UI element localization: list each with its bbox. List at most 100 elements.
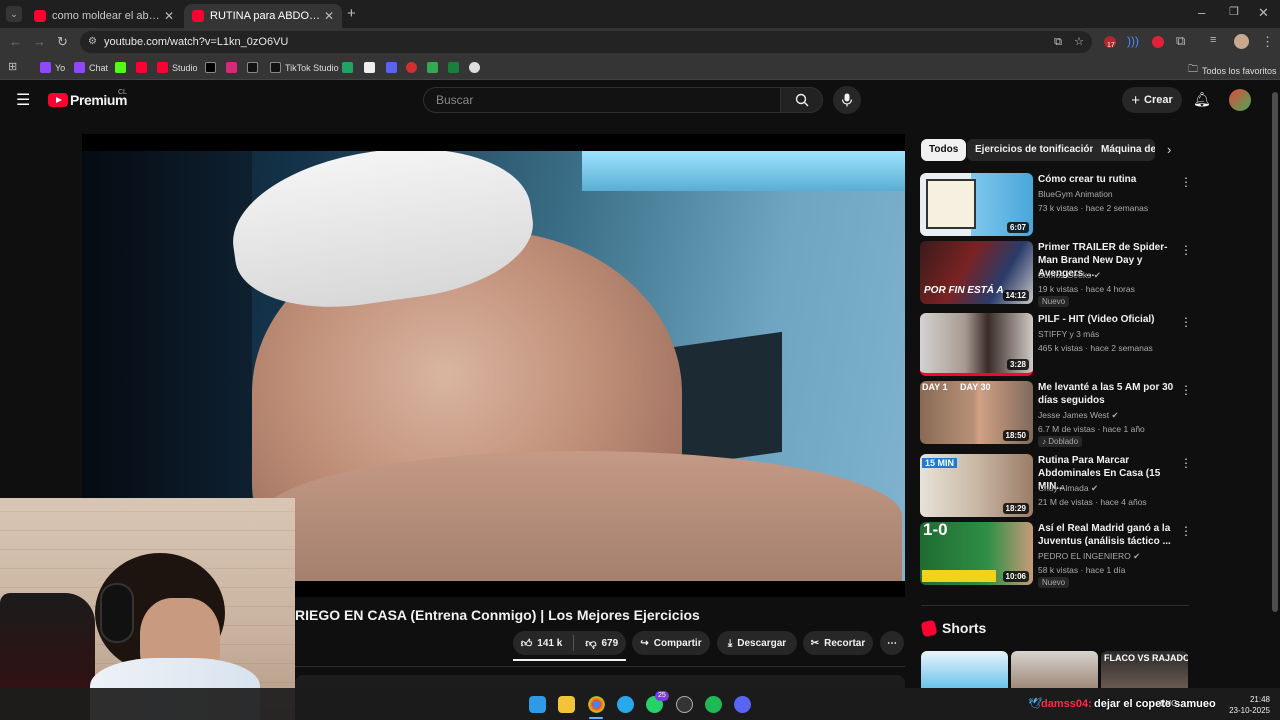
record-extension-icon[interactable] [1152,36,1164,48]
recommendation-title[interactable]: PILF - HIT (Video Oficial) [1038,313,1178,326]
close-tab-icon[interactable]: ✕ [164,9,174,23]
browser-menu-icon[interactable]: ⋮ [1261,34,1274,50]
profile-avatar[interactable] [1234,34,1249,49]
recommendation-title[interactable]: Así el Real Madrid ganó a la Juventus (a… [1038,522,1178,548]
site-info-icon[interactable]: ⚙ [88,31,97,53]
voice-search-button[interactable] [833,86,861,114]
like-button[interactable]: 👍︎ 141 k [521,637,563,650]
tab-rutina-abdomen[interactable]: RUTINA para ABDOMEN de D... ✕ [184,4,342,28]
apps-grid-icon[interactable]: ⊞ [8,60,17,73]
chip-maquina[interactable]: Máquina de [1093,139,1155,161]
bookmark-tiktok[interactable] [247,62,258,73]
notifications-bell-icon[interactable]: 🔔︎ [1193,91,1211,108]
search-input[interactable]: Buscar [423,87,781,113]
bookmark-drive[interactable] [342,62,353,73]
recommendation-item[interactable]: 1-0 10:06 Así el Real Madrid ganó a la J… [920,522,1192,588]
bookmark-app-5[interactable] [469,62,480,73]
channel-name[interactable]: Somos Geeks ✔ [1038,270,1101,281]
more-options-icon[interactable]: ⋮ [1180,456,1192,470]
chevron-right-icon[interactable]: › [1167,142,1171,157]
all-bookmarks-folder[interactable]: 🗀 Todos los favoritos [1188,62,1277,79]
video-thumbnail[interactable]: 1-0 10:06 [920,522,1033,585]
description-box[interactable] [295,675,905,689]
video-thumbnail[interactable]: 15 MIN 18:29 [920,454,1033,517]
close-tab-icon[interactable]: ✕ [324,9,334,23]
bookmark-app-4[interactable] [427,62,438,73]
video-thumbnail[interactable]: POR FIN ESTÁ A... 14:12 [920,241,1033,304]
short-thumbnail[interactable]: FLACO VS RAJADO [1101,651,1188,688]
recommendation-item[interactable]: DAY 1 DAY 30 18:50 Me levanté a las 5 AM… [920,381,1192,447]
channel-name[interactable]: PEDRO EL INGENIERO ✔ [1038,551,1140,562]
back-icon[interactable]: ← [9,34,22,49]
download-button[interactable]: ⤓ Descargar [717,631,797,655]
bookmark-studio[interactable]: Studio [157,62,198,73]
share-button[interactable]: ↪ Compartir [632,631,710,655]
short-thumbnail[interactable] [1011,651,1098,688]
bookmark-yo[interactable]: Yo [40,62,65,73]
discord-icon[interactable] [734,696,751,713]
more-options-icon[interactable]: ⋮ [1180,383,1192,397]
chip-ejercicios[interactable]: Ejercicios de tonificación [967,139,1104,161]
recommendation-item[interactable]: POR FIN ESTÁ A... 14:12 Primer TRAILER d… [920,241,1192,307]
create-button[interactable]: + Crear [1122,87,1182,113]
recommendation-item[interactable]: 6:07 Cómo crear tu rutina BlueGym Animat… [920,173,1192,237]
tab-search-button[interactable]: ⌄ [6,6,22,22]
video-thumbnail[interactable]: 6:07 [920,173,1033,236]
channel-name[interactable]: Chuy Almada ✔ [1038,483,1098,494]
address-bar[interactable]: ⚙ youtube.com/watch?v=L1kn_0zO6VU ⧉ ☆ [80,31,1092,53]
start-windows-icon[interactable] [529,696,546,713]
reading-list-icon[interactable]: ≡ [1210,34,1216,46]
channel-name[interactable]: BlueGym Animation [1038,189,1113,199]
bookmark-x[interactable] [205,62,216,73]
telegram-icon[interactable] [617,696,634,713]
forward-icon[interactable]: → [33,34,46,49]
file-explorer-icon[interactable] [558,696,575,713]
more-options-icon[interactable]: ⋮ [1180,243,1192,257]
install-app-icon[interactable]: ⧉ [1054,31,1062,53]
bookmark-star-icon[interactable]: ☆ [1074,31,1084,53]
bookmark-youtube[interactable] [136,62,147,73]
more-options-icon[interactable]: ⋮ [1180,315,1192,329]
translate-extension-icon[interactable]: ))) [1127,34,1139,48]
input-language[interactable]: ENG [1160,699,1177,708]
spotify-icon[interactable] [705,696,722,713]
chrome-icon[interactable] [588,696,605,713]
new-tab-button[interactable]: + [347,5,356,22]
system-clock[interactable]: 21:48 23-10-2025 [1222,694,1270,716]
dislike-button[interactable]: 👎︎ 679 [585,637,618,650]
clip-button[interactable]: ✂ Recortar [803,631,873,655]
restore-icon[interactable]: ❐ [1229,5,1239,18]
tab-como-moldear[interactable]: como moldear el abdomen en ✕ [26,4,182,28]
minimize-icon[interactable]: – [1198,5,1205,20]
hamburger-menu-icon[interactable]: ☰ [16,90,30,110]
recommendation-item[interactable]: 3:28 PILF - HIT (Video Oficial) STIFFY y… [920,313,1192,377]
bookmark-chat[interactable]: Chat [74,62,108,73]
channel-name[interactable]: STIFFY y 3 más [1038,329,1099,339]
video-thumbnail[interactable]: DAY 1 DAY 30 18:50 [920,381,1033,444]
bookmark-app-3[interactable] [406,62,417,73]
short-thumbnail[interactable] [921,651,1008,688]
recommendation-item[interactable]: 15 MIN 18:29 Rutina Para Marcar Abdomina… [920,454,1192,518]
bookmark-instagram[interactable] [226,62,237,73]
more-options-icon[interactable]: ⋮ [1180,175,1192,189]
bookmark-app-2[interactable] [386,62,397,73]
more-actions-button[interactable]: ⋯ [880,631,904,655]
reload-icon[interactable]: ↻ [57,34,68,50]
recommendation-title[interactable]: Me levanté a las 5 AM por 30 días seguid… [1038,381,1178,407]
chip-todos[interactable]: Todos [921,139,967,161]
close-window-icon[interactable]: ✕ [1258,5,1269,21]
video-thumbnail[interactable]: 3:28 [920,313,1033,376]
extensions-puzzle-icon[interactable]: ⧉ [1176,33,1185,49]
youtube-logo-icon[interactable] [48,93,68,107]
more-options-icon[interactable]: ⋮ [1180,524,1192,538]
channel-name[interactable]: Jesse James West ✔ [1038,410,1119,421]
bookmark-app-1[interactable] [364,62,375,73]
search-button[interactable] [781,87,823,113]
app-icon[interactable] [676,696,693,713]
account-avatar[interactable] [1229,89,1251,111]
page-scrollbar[interactable] [1272,92,1278,612]
bookmark-tiktok-studio[interactable]: TikTok Studio [270,62,339,73]
bookmark-kick[interactable] [115,62,126,73]
recommendation-title[interactable]: Cómo crear tu rutina [1038,173,1178,186]
bookmark-sheets[interactable] [448,62,459,73]
